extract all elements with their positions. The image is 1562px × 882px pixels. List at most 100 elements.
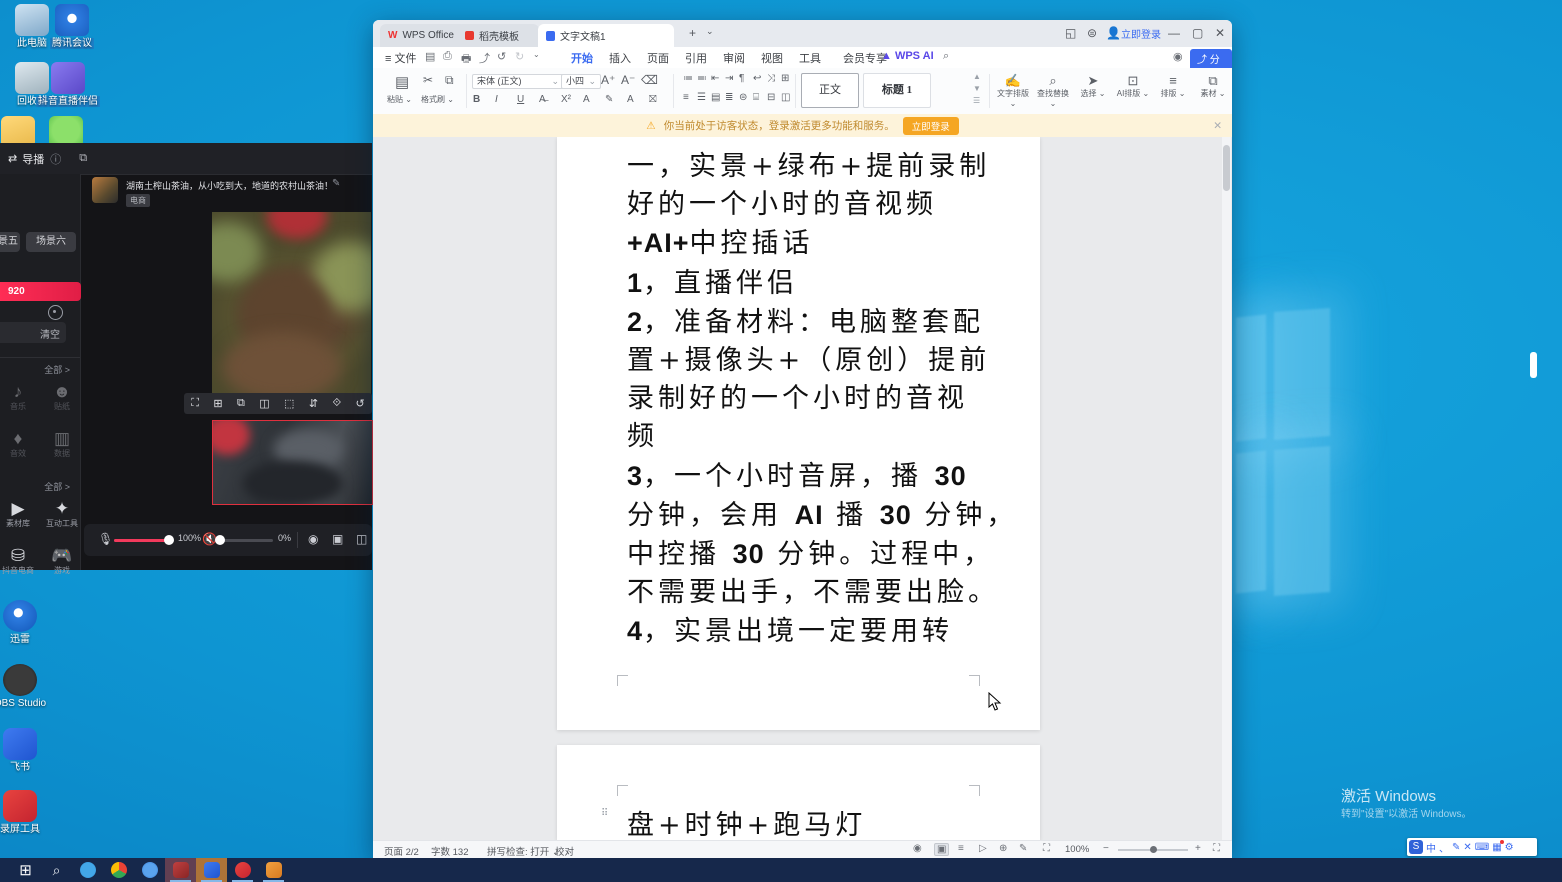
fit-page-icon[interactable]: ⛶ <box>1043 843 1050 854</box>
paragraph-icon-7[interactable]: ⊞ <box>781 73 789 84</box>
ime-settings-icon[interactable]: ⚙ <box>1505 842 1514 853</box>
style-more-icon[interactable]: ☰ <box>973 96 980 105</box>
desktop-icon-knot[interactable]: 腾讯会议 <box>40 4 104 49</box>
taskbar-orange-icon[interactable] <box>258 858 289 882</box>
zoom-in-icon[interactable]: + <box>1195 843 1201 854</box>
menu-开始[interactable]: 开始 <box>571 50 593 66</box>
speaker-slider[interactable] <box>217 539 273 542</box>
output-icon[interactable]: ⎙ <box>443 50 452 63</box>
search-icon[interactable]: ⌕ <box>943 50 949 63</box>
stream-tool-数据[interactable]: ▥数据 <box>42 429 82 459</box>
doc-line[interactable]: 好的一个小时的音视频 <box>627 186 977 224</box>
eye-protect-icon[interactable]: ◉ <box>913 843 922 854</box>
desktop-icon-plane[interactable]: 飞书 <box>0 728 52 773</box>
paragraph-drag-handle[interactable]: ⠿ <box>601 811 608 816</box>
page-2[interactable]: ⠿ 盘+时钟+跑马灯 <box>557 745 1040 840</box>
document-text[interactable]: 一，实景+绿布+提前录制好的一个小时的音视频+AI+中控插话1，直播伴侣2，准备… <box>627 148 977 652</box>
font-button-A[interactable]: A <box>627 94 634 105</box>
preview-tool-icon-4[interactable]: ⬚ <box>284 397 294 410</box>
font-button-B[interactable]: B <box>473 94 480 105</box>
doc-line[interactable]: 4，实景出境一定要用转 <box>627 612 977 651</box>
doc-line[interactable]: 分钟，会用 AI 播 30 分钟， <box>627 496 977 535</box>
ime-keyboard-icon[interactable]: ⌨ <box>1475 842 1489 853</box>
desktop-icon-hex[interactable]: 抖音直播伴侣 <box>36 62 100 107</box>
font-size-select[interactable]: 小四 ⌄ <box>561 74 601 89</box>
font-button-X²[interactable]: X² <box>561 94 571 105</box>
preview-tool-icon-5[interactable]: ⇵ <box>309 397 318 410</box>
desktop-icon-bluec[interactable]: 迅雷 <box>0 600 52 645</box>
zoom-percent[interactable]: 100% <box>1065 844 1089 855</box>
doc-line[interactable]: 一，实景+绿布+提前录制 <box>627 148 977 186</box>
popout-icon[interactable]: ⧉ <box>79 152 87 165</box>
ime-toolbar[interactable]: S 中 、 ✎ ✕ ⌨ ▦ ⚙ <box>1407 838 1537 856</box>
info-icon[interactable]: ⓘ <box>50 151 61 167</box>
preview-tool-icon-3[interactable]: ◫ <box>259 397 269 410</box>
taskbar-start-icon[interactable]: ⊞ <box>10 858 41 882</box>
doc-line[interactable]: 中控播 30 分钟。过程中， <box>627 535 977 574</box>
maximize-button[interactable]: ▢ <box>1192 26 1203 40</box>
save-icon[interactable]: ▤ <box>425 50 435 63</box>
document-canvas[interactable]: 一，实景+绿布+提前录制好的一个小时的音视频+AI+中控插话1，直播伴侣2，准备… <box>373 137 1232 840</box>
warning-close-icon[interactable]: ✕ <box>1213 120 1222 132</box>
style-up-icon[interactable]: ▲ <box>973 72 981 81</box>
clear-box[interactable]: 清空 <box>0 322 66 343</box>
desktop-icon-redo[interactable]: 录屏工具 <box>0 790 52 835</box>
login-link[interactable]: 立即登录 <box>1121 26 1161 41</box>
paragraph-icon-b2[interactable]: ▤ <box>711 92 720 103</box>
minimize-button[interactable]: — <box>1168 26 1180 40</box>
zoom-slider-knob[interactable] <box>1150 846 1157 853</box>
preview-tool-icon-7[interactable]: ↺ <box>356 397 365 410</box>
decrease-font-icon[interactable]: A⁻ <box>621 73 635 87</box>
ribbon-tool-文字排版[interactable]: ✍文字排版 ⌄ <box>993 73 1033 109</box>
menu-页面[interactable]: 页面 <box>647 50 669 66</box>
doc-line[interactable]: 1，直播伴侣 <box>627 264 977 303</box>
play-view-icon[interactable]: ▷ <box>979 843 987 854</box>
style-body[interactable]: 正文 <box>801 73 859 108</box>
paragraph-icon-b3[interactable]: ≣ <box>725 92 733 103</box>
ime-symbol-icon[interactable]: ✕ <box>1463 842 1471 853</box>
preview-tool-icon-1[interactable]: ⊞ <box>213 397 222 410</box>
proofread[interactable]: 校对 <box>555 844 574 858</box>
doc-line[interactable]: 3，一个小时音屏，播 30 <box>627 457 977 496</box>
ime-logo-icon[interactable]: S <box>1409 840 1423 854</box>
ribbon-tool-排版[interactable]: ≡排版 ⌄ <box>1153 73 1193 99</box>
video-preview-main[interactable] <box>212 212 371 395</box>
stream-tool-音效[interactable]: ♦音效 <box>0 429 38 459</box>
taskbar-cursorapp-icon[interactable] <box>196 858 227 882</box>
ribbon-tool-素材[interactable]: ⧉素材 ⌄ <box>1193 73 1233 99</box>
close-button[interactable]: ✕ <box>1215 26 1225 40</box>
workspace-icon[interactable]: ◱ <box>1065 26 1076 40</box>
ime-punct-icon[interactable]: 、 <box>1439 840 1449 855</box>
switch-icon[interactable]: ⇄ <box>8 152 17 165</box>
ribbon-tool-查找替换[interactable]: ⌕查找替换 ⌄ <box>1033 73 1073 109</box>
cut-icon[interactable]: ✂ <box>423 73 433 87</box>
paragraph-icon-b4[interactable]: ⊜ <box>739 92 747 103</box>
taskbar-search-icon[interactable]: ⌕ <box>41 858 72 882</box>
screen-record-icon[interactable]: ◉ <box>308 532 318 546</box>
preview-tool-icon-0[interactable]: ⛶ <box>191 397 199 410</box>
paragraph-icon-b5[interactable]: ⌸ <box>753 92 759 103</box>
warning-login-button[interactable]: 立即登录 <box>903 117 959 135</box>
ribbon-visibility-icon[interactable]: ◉ <box>1173 50 1183 63</box>
video-preview-camera[interactable] <box>212 420 373 505</box>
preview-tool-icon-2[interactable]: ⧉ <box>237 397 245 410</box>
increase-font-icon[interactable]: A⁺ <box>601 73 615 87</box>
menu-工具[interactable]: 工具 <box>799 50 821 66</box>
zoom-out-icon[interactable]: − <box>1103 843 1109 854</box>
stream-tool-贴纸[interactable]: ☻贴纸 <box>42 382 82 412</box>
paragraph-icon-b1[interactable]: ☰ <box>697 92 706 103</box>
stream-tool-游戏[interactable]: 🎮游戏 <box>42 546 82 576</box>
clear-format-icon[interactable]: ⌫ <box>641 73 658 87</box>
vertical-scrollbar[interactable] <box>1222 137 1231 840</box>
outline-view-icon[interactable]: ≡ <box>958 843 964 854</box>
paragraph-icon-3[interactable]: ⇥ <box>725 73 733 84</box>
avatar[interactable]: 👤 <box>1106 26 1121 40</box>
paragraph-icon-1[interactable]: ≕ <box>697 73 707 84</box>
paragraph-icon-b7[interactable]: ◫ <box>781 92 790 103</box>
brush-label[interactable]: 格式刷 ⌄ <box>421 94 454 105</box>
doc-line[interactable]: 不需要出手，不需要出脸。 <box>627 574 977 612</box>
ime-toolbox-icon[interactable]: ▦ <box>1492 842 1501 853</box>
font-name-select[interactable]: 宋体 (正文) ⌄ <box>472 74 564 89</box>
menu-插入[interactable]: 插入 <box>609 50 631 66</box>
menu-引用[interactable]: 引用 <box>685 50 707 66</box>
